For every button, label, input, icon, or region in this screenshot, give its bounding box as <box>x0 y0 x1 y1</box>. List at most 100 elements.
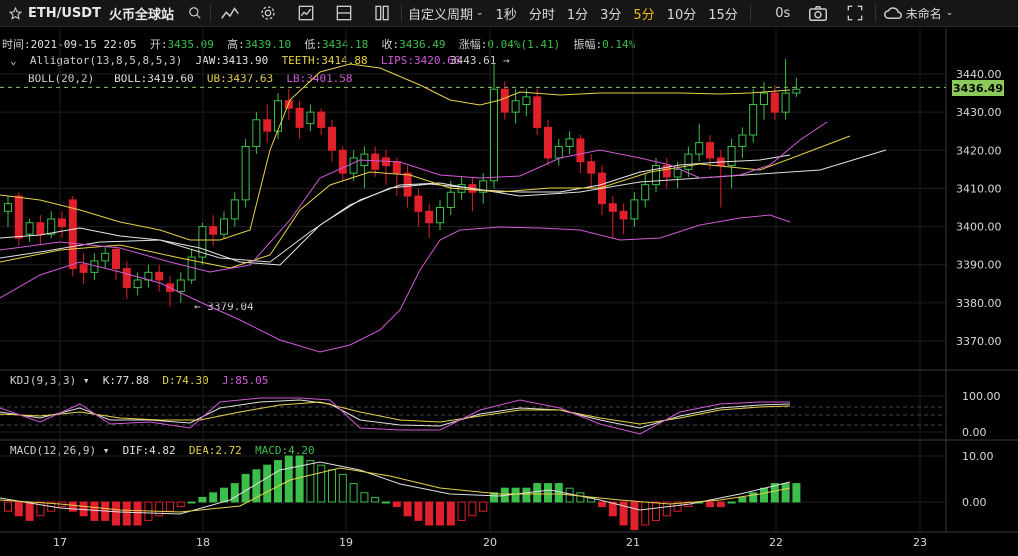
candle-body <box>166 283 174 292</box>
macd-bar <box>187 501 196 504</box>
macd-bar <box>706 501 714 508</box>
candle-body <box>630 199 639 220</box>
candle-body <box>457 184 466 193</box>
candle-body <box>436 207 444 224</box>
exchange-name: 火币全球站 <box>108 7 174 23</box>
fullscreen-icon[interactable] <box>835 0 875 26</box>
macd-bar <box>673 501 682 512</box>
candle-body <box>716 157 725 167</box>
period-tab-5[interactable]: 10分 <box>661 0 703 26</box>
kdj-legend[interactable]: KDJ(9,3,3) ▾ K:77.88 D:74.30 J:85.05 <box>10 374 268 387</box>
macd-bar <box>349 483 358 503</box>
macd-bar <box>511 487 520 503</box>
chart-type-icon[interactable] <box>287 0 325 26</box>
macd-bar <box>306 460 315 503</box>
candle-body <box>608 203 617 212</box>
candle-body <box>68 199 77 270</box>
candle-body <box>673 168 682 178</box>
period-tab-2[interactable]: 1分 <box>561 0 594 26</box>
macd-bar <box>749 492 758 503</box>
boll-mid-line <box>0 154 791 266</box>
candle-body <box>101 252 110 262</box>
indicator-icon[interactable] <box>211 0 249 26</box>
period-tab-6[interactable]: 15分 <box>702 0 744 26</box>
macd-bar <box>58 501 66 508</box>
candle-body <box>468 184 477 193</box>
time-axis-label: 21 <box>626 536 640 549</box>
layout-icon[interactable] <box>325 0 363 26</box>
candle-body <box>382 157 390 167</box>
macd-bar <box>382 501 390 504</box>
macd-bar <box>338 473 347 503</box>
boll-legend[interactable]: BOLL(20,2) BOLL:3419.60 UB:3437.63 LB:34… <box>28 72 353 85</box>
macd-bar <box>533 483 542 503</box>
custom-period-dropdown[interactable]: 自定义周期 ⌄ <box>402 0 490 26</box>
macd-bar <box>230 483 239 503</box>
price-axis-label: 3430.00 <box>956 106 1002 119</box>
macd-bar <box>25 501 34 521</box>
time-axis-label: 18 <box>196 536 210 549</box>
macd-bar <box>587 496 596 503</box>
high-annotation: 3443.61 → <box>450 54 510 67</box>
macd-bar <box>263 464 272 503</box>
boll-lower-line <box>0 214 791 353</box>
candle-body <box>641 184 650 201</box>
period-tab-4[interactable]: 5分 <box>627 0 660 26</box>
chevron-down-icon[interactable]: ▾ <box>83 374 90 387</box>
alligator-legend[interactable]: ⌄ Alligator(13,8,5,8,5,3) JAW:3413.90 TE… <box>10 54 460 67</box>
price-axis-label: 3370.00 <box>956 335 1002 348</box>
macd-bar <box>457 501 466 521</box>
candle-body <box>112 248 120 270</box>
macd-name: MACD(12,26,9) <box>10 444 97 457</box>
period-tab-1[interactable]: 分时 <box>523 0 561 26</box>
columns-icon[interactable] <box>363 0 401 26</box>
symbol-selector[interactable]: ETH/USDT 火币全球站 <box>24 0 174 26</box>
candle-body <box>79 264 88 273</box>
collapse-icon[interactable]: ⌄ <box>10 54 17 67</box>
macd-bar <box>68 501 77 512</box>
candle-body <box>25 222 34 235</box>
macd-bar <box>760 487 768 503</box>
macd-bar <box>79 501 88 517</box>
macd-bar <box>317 464 326 503</box>
period-tab-3[interactable]: 3分 <box>594 0 627 26</box>
search-icon[interactable] <box>180 0 210 26</box>
macd-bar <box>662 501 671 517</box>
candle-body <box>230 199 239 220</box>
macd-bar <box>468 501 477 517</box>
macd-pane <box>0 455 801 531</box>
macd-bar <box>101 501 110 521</box>
candle-body <box>338 149 347 174</box>
chevron-down-icon[interactable]: ▾ <box>103 444 110 457</box>
toolbar-divider <box>749 4 751 22</box>
layout-name-dropdown[interactable]: 未命名 ⌄ <box>883 0 953 26</box>
settings-icon[interactable] <box>249 0 287 26</box>
high-value: 3439.10 <box>244 38 292 51</box>
indicator-axis-label: 100.00 <box>962 390 1001 403</box>
macd-bar <box>770 483 779 503</box>
macd-bar <box>392 501 401 508</box>
macd-bar <box>176 501 185 508</box>
macd-bar <box>500 487 509 503</box>
macd-bar <box>241 473 250 503</box>
camera-icon[interactable] <box>801 0 835 26</box>
period-tab-0[interactable]: 1秒 <box>490 0 523 26</box>
macd-bar <box>144 501 153 521</box>
d-value: D:74.30 <box>162 374 209 387</box>
macd-bar <box>371 496 380 503</box>
macd-legend[interactable]: MACD(12,26,9) ▾ DIF:4.82 DEA:2.72 MACD:4… <box>10 444 315 457</box>
macd-bar <box>738 496 747 503</box>
candle-body <box>295 107 304 128</box>
macd-bar <box>479 501 488 512</box>
candle-body <box>328 126 336 151</box>
dif-value: DIF:4.82 <box>122 444 176 457</box>
alligator-teeth-line <box>0 135 851 269</box>
price-axis-label: 3380.00 <box>956 297 1002 310</box>
candle-body <box>781 92 790 113</box>
boll-upper-line <box>0 63 791 241</box>
star-icon[interactable] <box>6 0 24 26</box>
kdj-name: KDJ(9,3,3) <box>10 374 77 387</box>
macd-value: MACD:4.20 <box>255 444 315 457</box>
cloud-icon <box>883 6 902 20</box>
low-label: 低: <box>304 38 322 51</box>
